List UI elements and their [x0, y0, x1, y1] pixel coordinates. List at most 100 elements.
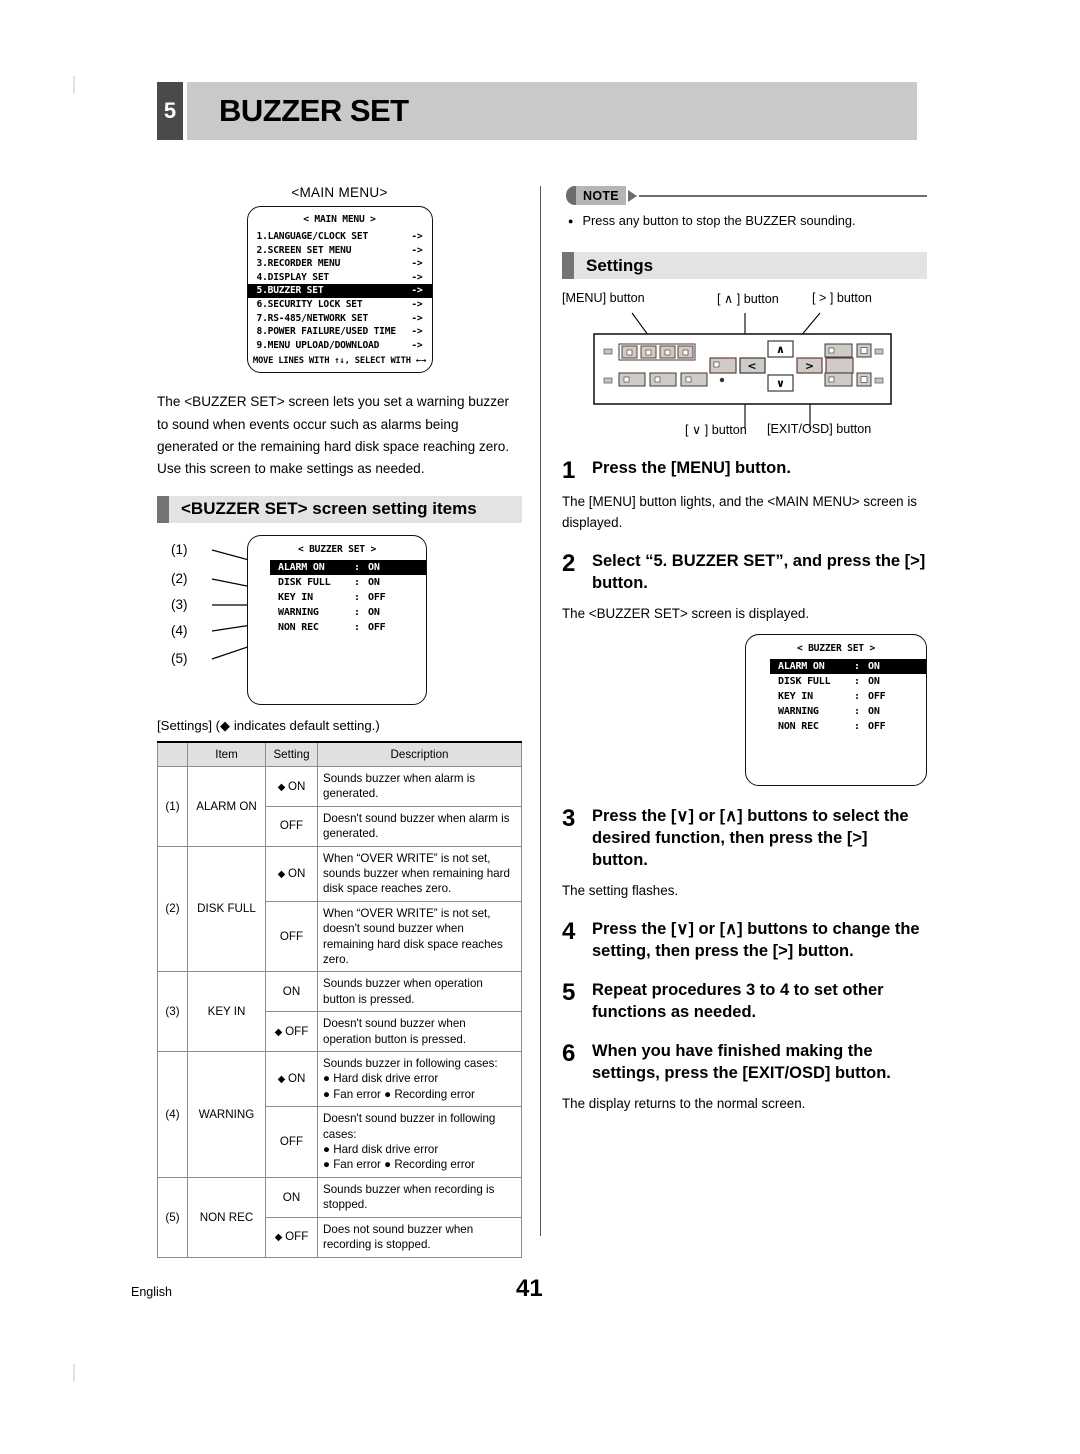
- step-6-sub: The display returns to the normal screen…: [562, 1095, 806, 1111]
- cell-description: When “OVER WRITE” is not set, doesn't so…: [317, 900, 522, 973]
- note-body: ● Press any button to stop the BUZZER so…: [562, 213, 927, 230]
- th-no: [157, 740, 188, 767]
- buzzer-set-osd-screen-right: < BUZZER SET > ALARM ON: ON DISK FULL: ON KE…: [745, 634, 927, 787]
- svg-text:<: <: [747, 360, 756, 373]
- main-menu-item-7[interactable]: 7.RS-485/NETWORK SET ->: [248, 312, 432, 326]
- cell-number: (1): [157, 765, 188, 847]
- arrow-right-icon: ->: [411, 299, 423, 311]
- default-diamond-icon: ◆: [274, 1232, 286, 1244]
- cell-number: (3): [157, 971, 188, 1053]
- control-panel-svg: < ∧ ∨ >: [593, 312, 892, 430]
- buzzer-row-value: ON: [868, 706, 880, 718]
- callout-3: (3): [171, 596, 188, 612]
- buzzer-row-value: ON: [868, 661, 880, 673]
- buzzer-row-colon: :: [354, 606, 360, 618]
- main-menu-item-6[interactable]: 6.SECURITY LOCK SET ->: [248, 298, 432, 312]
- buzzer-row-colon: :: [354, 591, 360, 603]
- main-menu-item-8[interactable]: 8.POWER FAILURE/USED TIME ->: [248, 325, 432, 339]
- buzzer-right-row-2[interactable]: DISK FULL: ON: [770, 674, 926, 689]
- cell-setting: ◆ ON: [265, 765, 318, 807]
- table-row: (1) ALARM ON ◆ ON Sounds buzzer when alarm …: [157, 765, 522, 847]
- cell-description: Sounds buzzer when operation button is p…: [317, 971, 522, 1013]
- document-page: 5 BUZZER SET <MAIN MENU> < MAIN MENU > 1…: [0, 0, 1080, 1454]
- main-menu-item-3[interactable]: 3.RECORDER MENU ->: [248, 257, 432, 271]
- buzzer-row-value: OFF: [368, 591, 386, 603]
- callout-5: (5): [171, 650, 188, 666]
- step-1-number: 1: [562, 457, 576, 485]
- th-item: Item: [187, 740, 266, 767]
- main-menu-item-1[interactable]: 1.LANGUAGE/CLOCK SET ->: [248, 230, 432, 244]
- buzzer-right-row-1[interactable]: ALARM ON: ON: [770, 659, 926, 675]
- section-heading-text: <BUZZER SET> screen setting items: [181, 499, 477, 519]
- default-diamond-icon: ◆: [277, 1074, 289, 1086]
- step-5-number: 5: [562, 978, 576, 1006]
- panel-label-up: [ ∧ ] button: [717, 292, 779, 307]
- main-menu-item-label: 9.MENU UPLOAD/DOWNLOAD: [256, 339, 380, 351]
- buzzer-row-value: ON: [368, 561, 380, 573]
- note-header: NOTE: [562, 185, 927, 207]
- default-diamond-icon: ◆: [274, 1026, 286, 1038]
- main-menu-item-4[interactable]: 4.DISPLAY SET ->: [248, 271, 432, 285]
- chapter-header: 5 BUZZER SET: [157, 82, 917, 140]
- buzzer-left-row-4[interactable]: WARNING: ON: [270, 605, 426, 620]
- svg-text:>: >: [805, 360, 814, 373]
- main-menu-osd-screen: < MAIN MENU > 1.LANGUAGE/CLOCK SET -> 2.SC…: [246, 206, 433, 374]
- table-row: (2) DISK FULL ◆ ON When “OVER WRITE” is not…: [157, 845, 522, 973]
- buzzer-row-colon: :: [854, 661, 860, 673]
- cell-description: Doesn't sound buzzer in following cases:…: [317, 1106, 522, 1178]
- step-6: 6 When you have finished making the sett…: [562, 1041, 927, 1085]
- cell-setting: ◆ ON: [265, 1051, 318, 1108]
- main-menu-item-label: 1.LANGUAGE/CLOCK SET: [256, 231, 369, 242]
- buzzer-left-row-5[interactable]: NON REC: OFF: [270, 620, 426, 635]
- note-rule: [638, 195, 927, 197]
- main-menu-item-2[interactable]: 2.SCREEN SET MENU ->: [248, 244, 432, 258]
- settings-heading-marker: [562, 252, 574, 280]
- buzzer-right-row-3[interactable]: KEY IN: OFF: [770, 689, 926, 704]
- buzzer-row-name: NON REC: [778, 721, 819, 733]
- buzzer-osd-title-left: < BUZZER SET >: [297, 543, 377, 555]
- step-6-number: 6: [562, 1039, 576, 1067]
- buzzer-row-value: OFF: [368, 621, 386, 633]
- panel-label-menu: [MENU] button: [562, 291, 645, 306]
- buzzer-row-name: ALARM ON: [778, 661, 825, 673]
- settings-heading-text: Settings: [586, 255, 654, 275]
- cell-item: NON REC: [187, 1176, 266, 1258]
- main-menu-caption: <MAIN MENU>: [291, 185, 388, 200]
- cell-setting: OFF: [265, 900, 318, 973]
- buzzer-row-value: ON: [868, 676, 880, 688]
- buzzer-row-colon: :: [354, 561, 360, 573]
- main-menu-item-5[interactable]: 5.BUZZER SET ->: [247, 284, 432, 299]
- step-3-sub: The setting flashes.: [562, 883, 679, 899]
- buzzer-right-row-5[interactable]: NON REC: OFF: [770, 719, 926, 734]
- buzzer-row-name: WARNING: [778, 706, 819, 718]
- default-diamond-icon: ◆: [277, 868, 289, 880]
- buzzer-left-row-3[interactable]: KEY IN: OFF: [270, 590, 426, 605]
- buzzer-osd-row-list-left: ALARM ON: ON DISK FULL: ON KEY IN: OFF WARNING…: [248, 559, 426, 635]
- step-1: 1 Press the [MENU] button.: [562, 458, 927, 483]
- arrow-right-icon: ->: [411, 231, 423, 242]
- buzzer-right-row-4[interactable]: WARNING: ON: [770, 704, 926, 719]
- table-row: (4) WARNING ◆ ON Sounds buzzer in following…: [157, 1051, 522, 1178]
- note-triangle-icon: [627, 190, 637, 202]
- main-menu-item-9[interactable]: 9.MENU UPLOAD/DOWNLOAD ->: [248, 339, 432, 353]
- arrow-right-icon: ->: [411, 244, 423, 256]
- cell-number: (5): [157, 1176, 188, 1258]
- buzzer-left-row-1[interactable]: ALARM ON: ON: [270, 559, 426, 575]
- buzzer-left-row-2[interactable]: DISK FULL: ON: [270, 575, 426, 590]
- panel-label-right: [ > ] button: [812, 291, 872, 306]
- buzzer-osd-row-list-right: ALARM ON: ON DISK FULL: ON KEY IN: OFF WARNING…: [746, 659, 926, 734]
- settings-table-body: (1) ALARM ON ◆ ON Sounds buzzer when alarm …: [157, 765, 522, 1258]
- arrow-right-icon: ->: [411, 285, 423, 297]
- cell-number: (2): [157, 845, 188, 973]
- section-heading-marker: [157, 495, 169, 523]
- table-row: (5) NON REC ON Sounds buzzer when recording…: [157, 1176, 522, 1258]
- cell-description: Doesn't sound buzzer when operation butt…: [317, 1011, 522, 1053]
- intro-paragraph: The <BUZZER SET> screen lets you set a w…: [157, 394, 510, 476]
- cell-description: Sounds buzzer when recording is stopped.: [317, 1176, 522, 1218]
- crop-mark-top-left: [73, 76, 75, 94]
- buzzer-row-colon: :: [854, 691, 860, 703]
- table-header-row: Item Setting Description: [157, 740, 522, 767]
- cell-description: When “OVER WRITE” is not set, sounds buz…: [317, 845, 522, 902]
- buzzer-row-name: NON REC: [278, 621, 319, 633]
- cell-setting: ◆ OFF: [265, 1216, 318, 1258]
